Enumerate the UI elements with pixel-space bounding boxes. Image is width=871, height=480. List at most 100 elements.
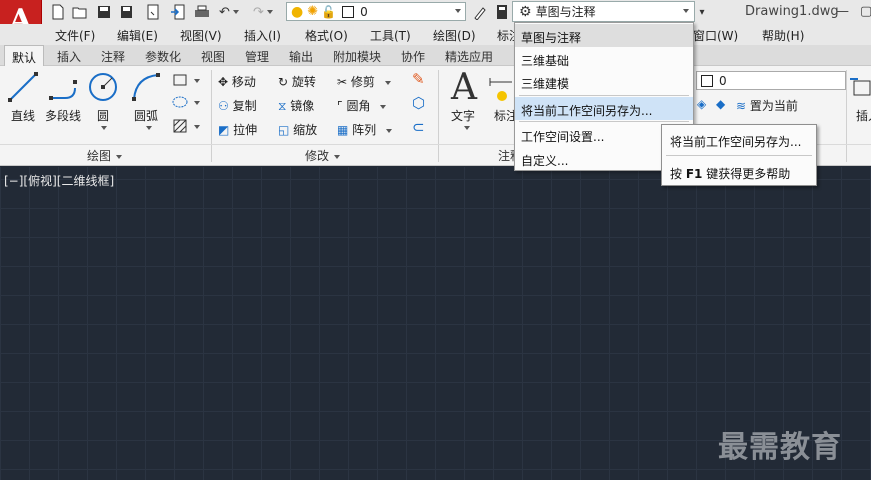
redo-icon[interactable]: ↷ [252,4,274,20]
offset-icon[interactable]: ⊂ [412,118,425,136]
layer-color-swatch [701,75,713,87]
layer-color-swatch [342,5,355,18]
line-icon[interactable] [6,70,40,104]
save-workspace-as-item[interactable]: 将当前工作空间另存为... [515,97,693,120]
tab-featured-apps[interactable]: 精选应用 [445,48,493,65]
rotate-tool[interactable]: ↻ 旋转 [278,73,316,90]
chevron-down-icon[interactable] [146,126,152,130]
workspace-switcher[interactable]: ⚙ 草图与注释 [512,1,695,22]
save-icon[interactable] [96,4,112,20]
menu-format[interactable]: 格式(O) [305,27,348,44]
menu-view[interactable]: 视图(V) [180,27,222,44]
layer-combo[interactable]: 0 [696,71,846,90]
minimize-button[interactable]: — [836,4,849,19]
arc-icon[interactable] [129,70,163,104]
set-current-button[interactable]: ≋ 置为当前 [736,97,798,114]
erase-icon[interactable]: ✎ [412,70,425,88]
polyline-icon[interactable] [47,70,81,104]
modify-panel-title[interactable]: 修改 [305,147,341,164]
tab-parametric[interactable]: 参数化 [145,48,181,65]
chevron-down-icon [455,9,461,13]
chevron-down-icon[interactable] [464,126,470,130]
mirror-tool[interactable]: ⧖ 镜像 [278,97,314,114]
array-icon: ▦ [337,123,349,137]
tab-collaborate[interactable]: 协作 [401,48,425,65]
chevron-down-icon [683,9,689,13]
layer-match-icon[interactable]: ◈ [697,97,706,111]
tooltip-divider [666,155,812,156]
calculator-icon[interactable] [494,4,510,20]
copy-tool[interactable]: ⚇ 复制 [218,97,257,114]
ellipse-icon[interactable] [172,94,202,110]
menu-file[interactable]: 文件(F) [55,27,95,44]
text-label[interactable]: 文字 [451,107,475,124]
tab-addins[interactable]: 附加模块 [333,48,381,65]
stretch-tool[interactable]: ◩ 拉伸 [218,121,257,138]
trim-tool[interactable]: ✂ 修剪 [337,73,391,90]
circle-icon[interactable] [86,70,120,104]
tab-manage[interactable]: 管理 [245,48,269,65]
menu-tools[interactable]: 工具(T) [370,27,411,44]
match-layer-icon[interactable] [472,4,488,20]
draw-panel-title[interactable]: 绘图 [87,147,123,164]
circle-label[interactable]: 圆 [97,107,109,124]
open-folder-icon[interactable] [72,4,88,20]
tab-annotate[interactable]: 注释 [101,48,125,65]
tab-default[interactable]: 默认 [4,45,45,67]
menu-divider [519,121,689,122]
move-tool[interactable]: ✥ 移动 [218,73,256,90]
plot-printer-icon[interactable] [194,4,210,20]
fillet-tool[interactable]: ⌜ 圆角 [337,97,387,114]
new-file-icon[interactable] [50,4,66,20]
chevron-down-icon[interactable] [101,126,107,130]
text-icon[interactable]: A [447,67,481,108]
layer-combo-value: 0 [719,74,727,88]
scale-icon: ◱ [278,123,290,137]
copy-icon: ⚇ [218,99,229,113]
menu-insert[interactable]: 插入(I) [244,27,281,44]
lightbulb-icon: ● [291,3,304,20]
tab-output[interactable]: 输出 [289,48,313,65]
menu-edit[interactable]: 编辑(E) [117,27,158,44]
arc-label[interactable]: 圆弧 [134,107,158,124]
hatch-icon[interactable] [172,118,202,134]
tooltip-title: 将当前工作空间另存为... [670,135,802,149]
menu-draw[interactable]: 绘图(D) [433,27,476,44]
mirror-icon: ⧖ [278,99,287,113]
menu-help[interactable]: 帮助(H) [762,27,804,44]
workspace-current: 草图与注释 [535,5,596,19]
web-mobile-icon[interactable] [145,4,161,20]
tab-insert[interactable]: 插入 [57,48,81,65]
menu-bar: 文件(F) 编辑(E) 视图(V) 插入(I) 格式(O) 工具(T) 绘图(D… [0,24,871,45]
restore-button[interactable]: ▢ [860,4,871,19]
panel-separator [211,70,212,162]
workspace-option-3d-modeling[interactable]: 三维建模 [515,70,693,93]
array-tool[interactable]: ▦ 阵列 [337,121,393,138]
layer-freeze-icon[interactable]: ◆ [716,97,725,111]
insert-label[interactable]: 插入 [856,107,871,124]
scale-tool[interactable]: ◱ 缩放 [278,121,317,138]
layer-dropdown[interactable]: ● ✺ 🔓 0 [286,2,466,21]
polyline-label[interactable]: 多段线 [45,107,81,124]
insert-block-icon[interactable] [850,74,871,104]
watermark: 最需教育 [718,430,842,465]
fillet-icon: ⌜ [337,99,343,113]
save-as-icon[interactable] [120,4,136,20]
publish-icon[interactable] [170,4,186,20]
customize-qat-icon[interactable]: ▾ [697,4,707,20]
line-label[interactable]: 直线 [11,107,35,124]
dimension-icon[interactable] [488,72,514,106]
move-icon: ✥ [218,75,229,89]
tab-view[interactable]: 视图 [201,48,225,65]
gear-icon: ⚙ [519,3,532,20]
rectangle-icon[interactable] [172,72,202,88]
workspace-option-3d-basics[interactable]: 三维基础 [515,47,693,70]
undo-icon[interactable]: ↶ [218,4,240,20]
menu-window[interactable]: 窗口(W) [693,27,738,44]
panel-separator [438,70,439,162]
quick-access-toolbar: A ↶ ↷ ● ✺ 🔓 0 ⚙ 草图与注释 ▾ Drawing1.dwg — ▢ [0,0,871,42]
viewport-controls-label[interactable]: [−][俯视][二维线框] [4,172,114,189]
panel-separator [846,70,847,162]
workspace-option-drafting[interactable]: 草图与注释 [515,24,693,47]
explode-icon[interactable]: ⬡ [412,94,425,112]
